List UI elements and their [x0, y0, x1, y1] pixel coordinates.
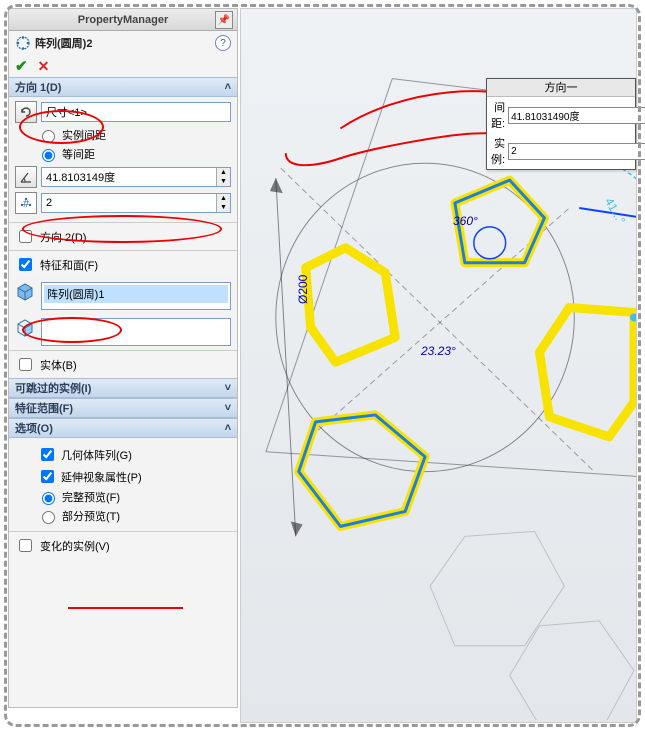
label-bodies: 实体(B)	[40, 357, 77, 373]
pm-title-bar: PropertyManager 📌	[9, 9, 237, 31]
label-equal-spacing: 等间距	[62, 146, 95, 162]
radio-full-preview[interactable]	[42, 492, 55, 505]
feature-header: 阵列(圆周)2 ?	[9, 31, 237, 55]
chevron-up-icon: ˄	[225, 422, 231, 434]
label-direction2: 方向 2(D)	[40, 229, 86, 245]
property-manager-panel: PropertyManager 📌 阵列(圆周)2 ? ✔ ✕ 方向 1(D) …	[8, 8, 238, 708]
instances-spinner[interactable]: ▲▼	[216, 194, 230, 212]
label-geometry-pattern: 几何体阵列(G)	[61, 447, 132, 463]
svg-text:#: #	[23, 198, 30, 210]
pin-icon[interactable]: 📌	[215, 11, 233, 29]
check-features[interactable]	[19, 258, 32, 271]
section-features-header[interactable]: 特征和面(F)	[9, 250, 237, 278]
label-varied: 变化的实例(V)	[40, 538, 110, 554]
check-bodies[interactable]	[19, 358, 32, 371]
section-direction1-body: 实例间距 等间距 ▲▼ # ▲	[9, 97, 237, 222]
check-direction2[interactable]	[19, 230, 32, 243]
section-options-title: 选项(O)	[15, 420, 53, 436]
angle-icon[interactable]	[15, 166, 37, 188]
feature-name: 阵列(圆周)2	[35, 35, 92, 51]
check-propagate-visual[interactable]	[41, 470, 54, 483]
face-select-icon	[15, 318, 37, 341]
check-varied[interactable]	[19, 539, 32, 552]
section-direction1[interactable]: 方向 1(D) ˄	[9, 77, 237, 97]
chevron-down-icon: ˅	[225, 402, 231, 414]
instances-icon[interactable]: #	[15, 192, 37, 214]
dimension-360: 360°	[453, 214, 478, 228]
section-skippable-title: 可跳过的实例(I)	[15, 380, 91, 396]
section-direction2[interactable]: 方向 2(D)	[9, 222, 237, 250]
angle-spinner[interactable]: ▲▼	[216, 168, 230, 186]
selected-feature-item[interactable]: 阵列(圆周)1	[44, 285, 228, 303]
label-propagate-visual: 延伸视象属性(P)	[61, 469, 142, 485]
faces-body	[9, 314, 237, 350]
chevron-down-icon: ˅	[225, 382, 231, 394]
feature-select-icon	[15, 282, 37, 305]
floating-inst-input[interactable]	[508, 143, 645, 160]
faces-selection-box[interactable]	[41, 318, 231, 346]
features-body: 阵列(圆周)1	[9, 278, 237, 314]
cancel-button[interactable]: ✕	[38, 58, 50, 75]
floating-title: 方向一	[487, 79, 635, 97]
label-full-preview: 完整预览(F)	[62, 489, 120, 505]
pm-scroll[interactable]: 方向 1(D) ˄ 实例间距 等间距	[9, 77, 237, 707]
angle-input[interactable]	[42, 171, 216, 183]
pm-title: PropertyManager	[78, 14, 168, 26]
circular-pattern-icon	[15, 35, 31, 51]
floating-spacing-label: 间距:	[491, 99, 505, 131]
section-scope[interactable]: 特征范围(F) ˅	[9, 398, 237, 418]
dimension-41: 41...°	[602, 195, 628, 226]
features-selection-box[interactable]: 阵列(圆周)1	[41, 282, 231, 310]
options-body: 几何体阵列(G) 延伸视象属性(P) 完整预览(F) 部分预览(T)	[9, 438, 237, 531]
radio-partial-preview[interactable]	[42, 511, 55, 524]
ok-cancel-row: ✔ ✕	[9, 55, 237, 77]
annotation-underline-geometry	[68, 607, 183, 609]
section-scope-title: 特征范围(F)	[15, 400, 73, 416]
radio-equal-spacing[interactable]	[42, 149, 55, 162]
reverse-direction-button[interactable]	[15, 101, 37, 123]
ok-button[interactable]: ✔	[15, 57, 28, 75]
floating-spacing-input[interactable]	[508, 107, 645, 124]
section-direction1-title: 方向 1(D)	[15, 79, 61, 95]
section-bodies[interactable]: 实体(B)	[9, 350, 237, 378]
section-options[interactable]: 选项(O) ˄	[9, 418, 237, 438]
section-skippable[interactable]: 可跳过的实例(I) ˅	[9, 378, 237, 398]
label-features: 特征和面(F)	[40, 257, 98, 273]
floating-inst-label: 实例:	[491, 135, 505, 167]
label-instance-spacing: 实例间距	[62, 127, 106, 143]
radio-instance-spacing[interactable]	[42, 130, 55, 143]
dimension-diameter: Ø200	[296, 275, 310, 304]
help-icon[interactable]: ?	[215, 35, 231, 51]
instances-input[interactable]	[42, 197, 216, 209]
floating-direction-box[interactable]: 方向一 间距: ▴▾ 实例: ▴▾	[486, 78, 636, 170]
chevron-up-icon: ˄	[225, 81, 231, 93]
section-varied[interactable]: 变化的实例(V)	[9, 531, 237, 559]
check-geometry-pattern[interactable]	[41, 448, 54, 461]
dimension-23: 23.23°	[421, 344, 456, 358]
label-partial-preview: 部分预览(T)	[62, 508, 120, 524]
direction-reference-input[interactable]	[41, 102, 231, 122]
